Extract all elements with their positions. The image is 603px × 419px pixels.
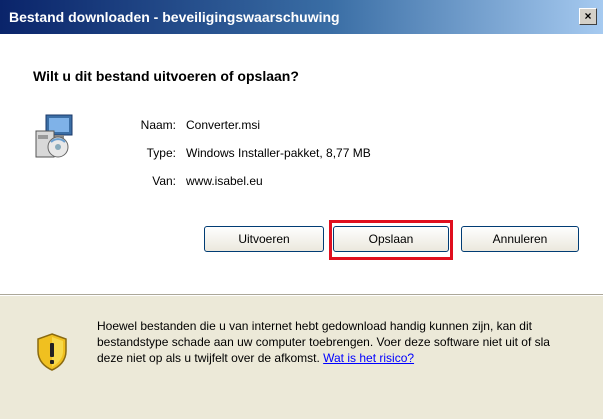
file-type-label: Type: xyxy=(146,146,176,160)
separator xyxy=(0,294,603,296)
title-bar: Bestand downloaden - beveiligingswaarsch… xyxy=(0,0,603,34)
close-button[interactable]: × xyxy=(579,8,597,25)
window-title: Bestand downloaden - beveiligingswaarsch… xyxy=(9,9,340,25)
save-highlight-box xyxy=(329,220,453,260)
risk-link[interactable]: Wat is het risico? xyxy=(323,351,414,365)
installer-package-icon xyxy=(35,114,73,158)
file-type-value: Windows Installer-pakket, 8,77 MB xyxy=(186,146,371,160)
dialog-content: Wilt u dit bestand uitvoeren of opslaan?… xyxy=(0,34,603,294)
shield-warning-icon xyxy=(37,333,67,371)
file-name-label: Naam: xyxy=(140,118,176,132)
download-question: Wilt u dit bestand uitvoeren of opslaan? xyxy=(33,68,299,84)
run-button[interactable]: Uitvoeren xyxy=(204,226,324,252)
file-source-label: Van: xyxy=(152,174,176,188)
file-name-value: Converter.msi xyxy=(186,118,261,132)
file-source-value: www.isabel.eu xyxy=(186,174,263,188)
security-warning: Hoewel bestanden die u van internet hebt… xyxy=(97,318,577,366)
cancel-button[interactable]: Annuleren xyxy=(461,226,579,252)
